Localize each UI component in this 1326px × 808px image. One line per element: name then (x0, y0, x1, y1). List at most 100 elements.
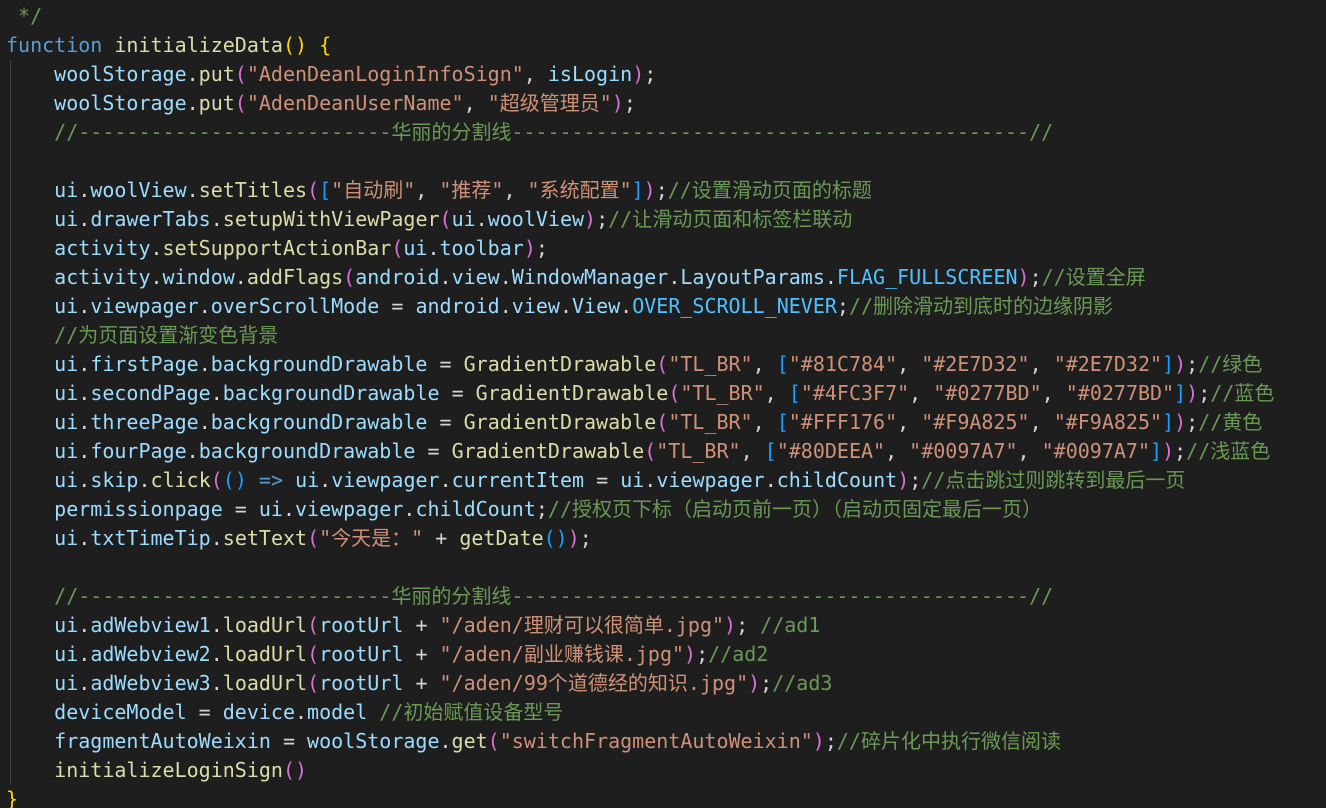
code-token: View (572, 294, 621, 318)
code-token: firstPage (90, 352, 199, 376)
code-line[interactable]: deviceModel = device.model //初始赋值设备型号 (0, 698, 1326, 727)
code-line[interactable]: //--------------------------华丽的分割线------… (0, 118, 1326, 147)
code-token: "TL_BR" (656, 439, 741, 463)
code-line[interactable]: ui.adWebview3.loadUrl(rootUrl + "/aden/9… (0, 669, 1326, 698)
code-token: "/aden/副业赚钱课.jpg" (439, 642, 685, 666)
code-token: model (307, 700, 368, 724)
code-token: ] (631, 178, 644, 202)
code-token: viewpager (331, 468, 440, 492)
code-line[interactable]: ui.txtTimeTip.setText("今天是：" + getDate()… (0, 524, 1326, 553)
code-token: //--------------------------华丽的分割线------… (54, 584, 1054, 608)
code-line[interactable]: ui.threePage.backgroundDrawable = Gradie… (0, 408, 1326, 437)
code-token: . (78, 352, 91, 376)
code-token: loadUrl (222, 613, 308, 637)
code-line[interactable]: ui.secondPage.backgroundDrawable = Gradi… (0, 379, 1326, 408)
code-token: = (427, 352, 464, 376)
indent-guide (10, 437, 11, 466)
code-token: //ad1 (748, 613, 821, 637)
code-token: , (764, 381, 789, 405)
code-line[interactable] (0, 147, 1326, 176)
code-line[interactable]: initializeLoginSign() (0, 756, 1326, 785)
indent-guide (10, 147, 11, 176)
code-token: ; (736, 613, 749, 637)
code-token: ; (535, 236, 548, 260)
code-line[interactable]: fragmentAutoWeixin = woolStorage.get("sw… (0, 727, 1326, 756)
code-token: permissionpage (54, 497, 223, 521)
code-token: ; (655, 178, 668, 202)
code-line[interactable]: function initializeData() { (0, 31, 1326, 60)
code-token: ( (656, 352, 669, 376)
code-token: "/aden/99个道德经的知识.jpg" (439, 671, 749, 695)
code-token: + (403, 642, 440, 666)
code-line[interactable]: */ (0, 2, 1326, 31)
code-line[interactable]: ui.adWebview1.loadUrl(rootUrl + "/aden/理… (0, 611, 1326, 640)
code-token: . (499, 294, 512, 318)
code-token: ui (54, 410, 79, 434)
code-editor[interactable]: */function initializeData() { woolStorag… (0, 2, 1326, 808)
code-line[interactable]: ui.fourPage.backgroundDrawable = Gradien… (0, 437, 1326, 466)
code-token: "#0097A7" (909, 439, 1018, 463)
code-token: . (644, 468, 657, 492)
indent-guide (10, 698, 11, 727)
code-token: secondPage (90, 381, 211, 405)
code-token: activity (54, 265, 151, 289)
code-token: backgroundDrawable (210, 410, 428, 434)
code-token: "/aden/理财可以很简单.jpg" (439, 613, 725, 637)
code-token: ; (1174, 439, 1187, 463)
code-line[interactable]: ui.firstPage.backgroundDrawable = Gradie… (0, 350, 1326, 379)
code-token: ui (54, 178, 79, 202)
code-token: backgroundDrawable (210, 352, 428, 376)
code-token: ( (234, 91, 247, 115)
code-token: woolStorage (307, 729, 440, 753)
code-token: "AdenDeanUserName" (246, 91, 464, 115)
code-line[interactable] (0, 553, 1326, 582)
code-line[interactable]: woolStorage.put("AdenDeanLoginInfoSign",… (0, 60, 1326, 89)
code-token: ) (567, 526, 580, 550)
code-token: WindowManager (511, 265, 669, 289)
code-token: ) (748, 671, 761, 695)
code-token: . (78, 410, 91, 434)
code-token: get (451, 729, 488, 753)
code-token: toolbar (439, 236, 524, 260)
code-line[interactable]: } (0, 785, 1326, 808)
code-token: ] (1162, 352, 1175, 376)
indent-guide (10, 89, 11, 118)
code-line[interactable]: ui.woolView.setTitles(["自动刷", "推荐", "系统配… (0, 176, 1326, 205)
code-line[interactable]: permissionpage = ui.viewpager.childCount… (0, 495, 1326, 524)
code-token: ; (579, 526, 592, 550)
code-line[interactable]: ui.adWebview2.loadUrl(rootUrl + "/aden/副… (0, 640, 1326, 669)
code-token: , (1041, 381, 1066, 405)
code-token: . (210, 207, 223, 231)
code-token: fragmentAutoWeixin (54, 729, 271, 753)
code-token: () (543, 526, 568, 550)
code-line[interactable]: activity.window.addFlags(android.view.Wi… (0, 263, 1326, 292)
code-line[interactable]: ui.viewpager.overScrollMode = android.vi… (0, 292, 1326, 321)
code-line[interactable]: woolStorage.put("AdenDeanUserName", "超级管… (0, 89, 1326, 118)
code-line[interactable]: //为页面设置渐变色背景 (0, 321, 1326, 350)
code-token: //删除滑动到底时的边缘阴影 (848, 294, 1114, 318)
code-line[interactable]: ui.drawerTabs.setupWithViewPager(ui.wool… (0, 205, 1326, 234)
code-token: , (415, 178, 440, 202)
code-token: , (1029, 410, 1054, 434)
indent-guide (10, 524, 11, 553)
code-token: "今天是：" (319, 526, 424, 550)
code-token: = (439, 381, 476, 405)
code-token: [ (788, 381, 801, 405)
code-line[interactable]: //--------------------------华丽的分割线------… (0, 582, 1326, 611)
code-token: function (6, 33, 103, 57)
code-token: //黄色 (1198, 410, 1263, 434)
code-token: . (210, 642, 223, 666)
code-token: //点击跳过则跳转到最后一页 (921, 468, 1186, 492)
code-line[interactable]: ui.skip.click(() => ui.viewpager.current… (0, 466, 1326, 495)
code-token: . (210, 381, 223, 405)
code-token: ) (684, 642, 697, 666)
code-line[interactable]: activity.setSupportActionBar(ui.toolbar)… (0, 234, 1326, 263)
code-token: . (475, 207, 488, 231)
code-token: put (198, 62, 235, 86)
code-token: ui (54, 671, 79, 695)
